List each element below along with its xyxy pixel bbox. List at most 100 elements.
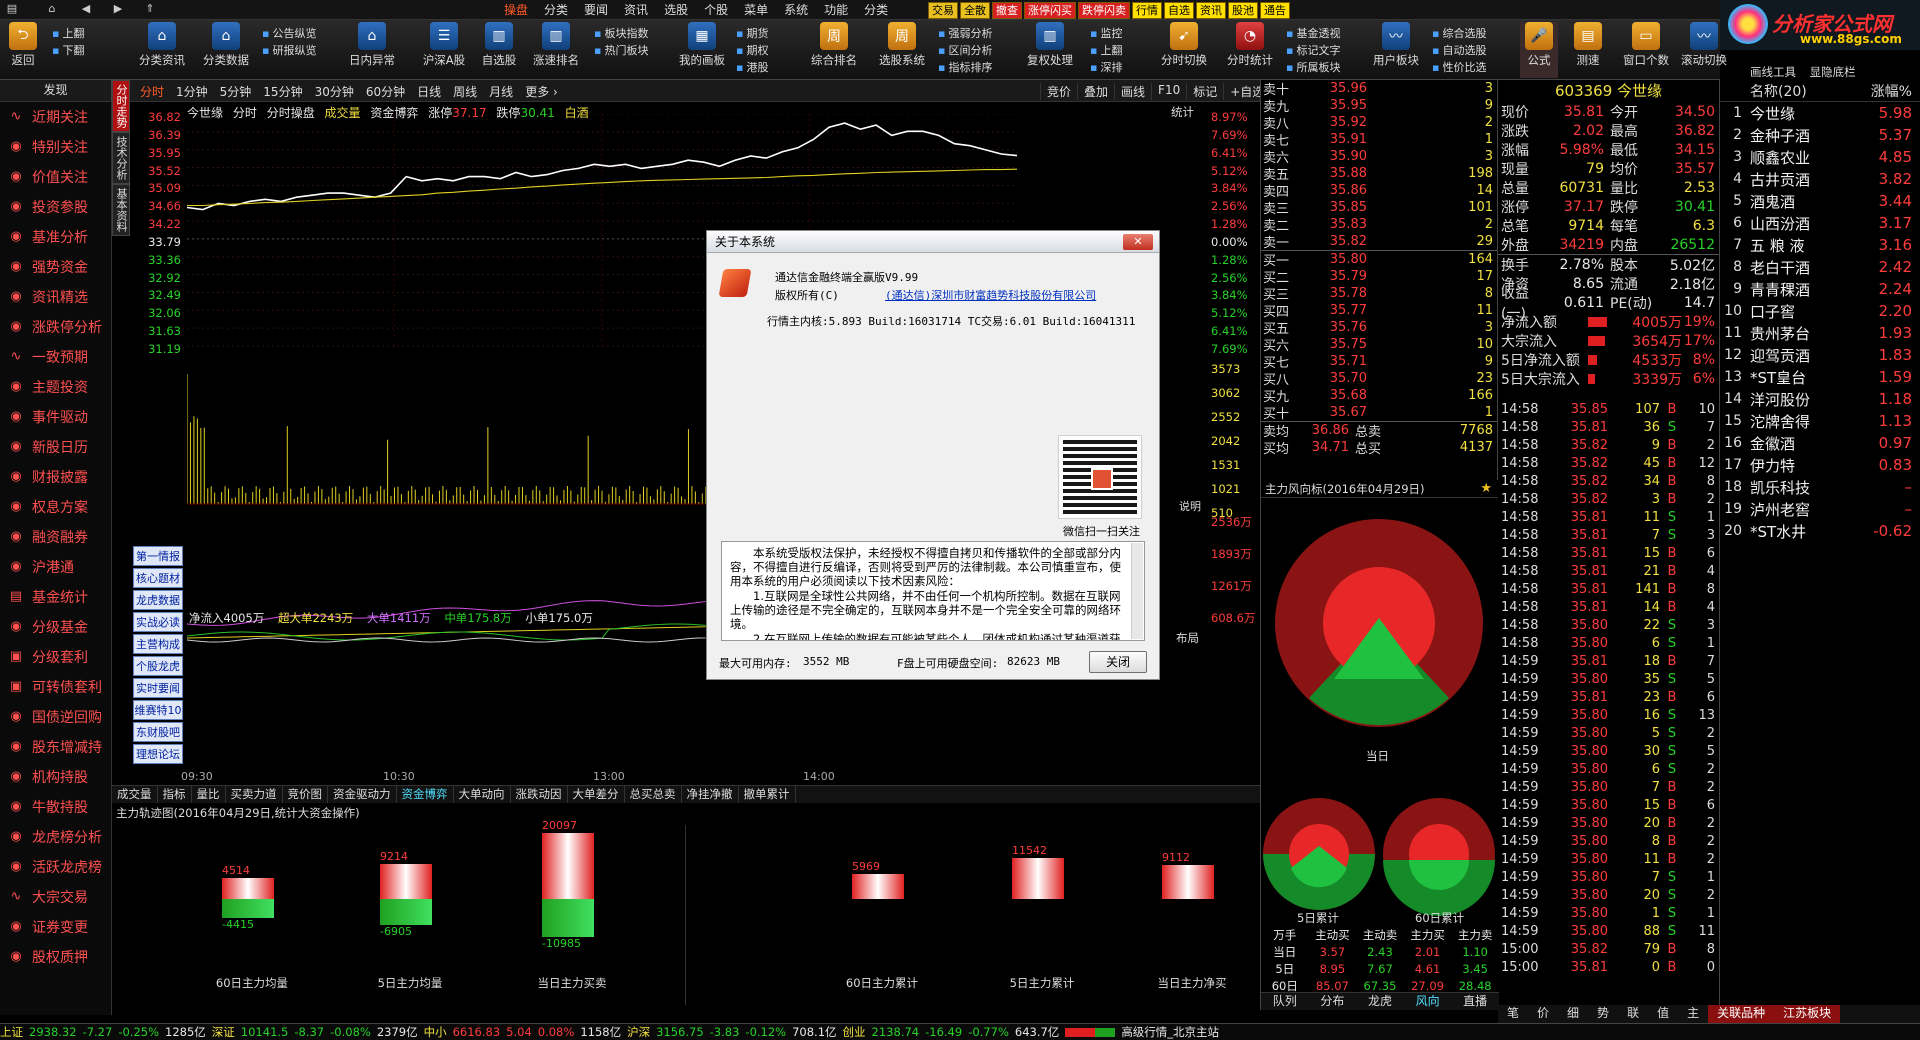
bid-row[interactable]: 买六 35.75 10 <box>1261 336 1497 354</box>
indicator-tab[interactable]: 净挂净撤 <box>682 786 739 803</box>
ask-row[interactable]: 卖十 35.96 3 <box>1261 80 1497 98</box>
sidebar-item[interactable]: ◉ 融资融券 <box>0 522 111 552</box>
quick-button[interactable]: 通告 <box>1260 2 1290 19</box>
ask-row[interactable]: 卖六 35.90 3 <box>1261 148 1497 166</box>
speed-test-button[interactable]: ▤ 测速 <box>1566 22 1610 78</box>
category-data-button[interactable]: ⌂ 分类数据 <box>198 22 254 78</box>
category-news-button[interactable]: ⌂ 分类资讯 <box>134 22 190 78</box>
sidebar-item[interactable]: ◉ 涨跌停分析 <box>0 312 111 342</box>
notice-overview-button[interactable]: 公告纵览 <box>262 25 316 42</box>
sidebar-item[interactable]: ▣ 分级套利 <box>0 642 111 672</box>
info-button[interactable]: 核心题材 <box>133 568 183 588</box>
my-board-button[interactable]: ▦ 我的画板 <box>674 22 730 78</box>
sector-index-button[interactable]: 板块指数 <box>594 25 648 42</box>
period-tab[interactable]: 60分钟 <box>360 83 411 100</box>
ask-row[interactable]: 卖二 35.83 2 <box>1261 216 1497 234</box>
composite-pick-button[interactable]: 综合选股 <box>1432 25 1486 42</box>
period-tab[interactable]: 30分钟 <box>309 83 360 100</box>
close-button[interactable]: 关闭 <box>1089 651 1147 673</box>
ask-row[interactable]: 卖四 35.86 14 <box>1261 182 1497 200</box>
rank-item[interactable]: 5 酒鬼酒 3.44 <box>1720 190 1920 212</box>
detail-tab[interactable]: 联 <box>1618 1005 1648 1023</box>
legal-scrollbar[interactable] <box>1131 543 1143 639</box>
info-button[interactable]: 理想论坛 <box>133 744 183 764</box>
value-pick-button[interactable]: 性价比选 <box>1432 59 1486 76</box>
rank-header-pct[interactable]: 涨幅% <box>1860 81 1920 101</box>
sidebar-item[interactable]: ◉ 资讯精选 <box>0 282 111 312</box>
quick-button[interactable]: 股池 <box>1228 2 1258 19</box>
chart-tool[interactable]: F10 <box>1151 83 1186 100</box>
menu-item[interactable]: 分类 <box>856 2 896 18</box>
back-button[interactable]: ⮌ 返回 <box>6 22 40 78</box>
indicator-tab[interactable]: 龙虎 <box>1356 993 1404 1010</box>
period-tab[interactable]: 1分钟 <box>170 83 214 100</box>
bid-row[interactable]: 买二 35.79 17 <box>1261 268 1497 286</box>
explain-link[interactable]: 说明 <box>1179 498 1201 514</box>
sidebar-item[interactable]: ◉ 基准分析 <box>0 222 111 252</box>
quick-button[interactable]: 自选 <box>1164 2 1194 19</box>
intraday-stats-button[interactable]: ◔ 分时统计 <box>1222 22 1278 78</box>
futures-button[interactable]: 期货 <box>736 25 768 42</box>
rank-item[interactable]: 4 古井贡酒 3.82 <box>1720 168 1920 190</box>
forward-arrow-icon[interactable]: ▶ <box>110 2 126 17</box>
quick-button[interactable]: 涨停闪买 <box>1024 2 1076 19</box>
sidebar-item[interactable]: ∿ 大宗交易 <box>0 882 111 912</box>
draw-tools-button[interactable]: 画线工具 <box>1750 65 1796 79</box>
bid-row[interactable]: 买十 35.67 1 <box>1261 404 1497 422</box>
detail-tab[interactable]: 价 <box>1528 1005 1558 1023</box>
flip-up-button[interactable]: 上翻 <box>1090 42 1122 59</box>
ask-row[interactable]: 卖三 35.85 101 <box>1261 199 1497 217</box>
ask-row[interactable]: 卖五 35.88 198 <box>1261 165 1497 183</box>
monitor-button[interactable]: 监控 <box>1090 25 1122 42</box>
indicator-tab[interactable]: 资金驱动力 <box>328 786 397 803</box>
rank-item[interactable]: 20 *ST水井 -0.62 <box>1720 520 1920 542</box>
sidebar-item[interactable]: ◉ 沪港通 <box>0 552 111 582</box>
report-overview-button[interactable]: 研报纵览 <box>262 42 316 59</box>
strength-analysis-button[interactable]: 强弱分析 <box>938 25 992 42</box>
indicator-tab[interactable]: 资金博弈 <box>397 786 454 803</box>
rank-item[interactable]: 13 *ST皇台 1.59 <box>1720 366 1920 388</box>
server-name[interactable]: 高级行情_北京主站 <box>1121 1024 1219 1040</box>
indicator-tab[interactable]: 成交量 <box>112 786 158 803</box>
sidebar-item[interactable]: ◉ 投资参股 <box>0 192 111 222</box>
menu-item[interactable]: 系统 <box>776 2 816 18</box>
quick-button[interactable]: 撤查 <box>992 2 1022 19</box>
ask-row[interactable]: 卖九 35.95 9 <box>1261 97 1497 115</box>
auto-pick-button[interactable]: 自动选股 <box>1432 42 1486 59</box>
indicator-tab[interactable]: 总买总卖 <box>625 786 682 803</box>
info-button[interactable]: 东财股吧 <box>133 722 183 742</box>
rank-item[interactable]: 8 老白干酒 2.42 <box>1720 256 1920 278</box>
quick-button[interactable]: 资讯 <box>1196 2 1226 19</box>
discover-tab[interactable]: 发现 <box>0 80 112 101</box>
star-icon[interactable]: ★ <box>1480 481 1492 496</box>
belong-sector-button[interactable]: 所属板块 <box>1286 59 1340 76</box>
stock-picker-button[interactable]: 周选股系统 <box>874 22 930 78</box>
period-tab[interactable]: 分时 <box>134 83 170 100</box>
rank-item[interactable]: 3 顺鑫农业 4.85 <box>1720 146 1920 168</box>
rank-item[interactable]: 1 今世缘 5.98 <box>1720 102 1920 124</box>
chart-tool[interactable]: 叠加 <box>1077 83 1114 100</box>
detail-tab[interactable]: 细 <box>1558 1005 1588 1023</box>
sidebar-item[interactable]: ◉ 龙虎榜分析 <box>0 822 111 852</box>
rank-item[interactable]: 15 沱牌舍得 1.13 <box>1720 410 1920 432</box>
menu-item[interactable]: 要闻 <box>576 2 616 18</box>
detail-tab[interactable]: 笔 <box>1498 1005 1528 1023</box>
sidebar-item[interactable]: ◉ 机构持股 <box>0 762 111 792</box>
page-down-button[interactable]: 下翻 <box>52 42 84 59</box>
info-button[interactable]: 主营构成 <box>133 634 183 654</box>
tab-intraday[interactable]: 分时走势 <box>112 80 130 132</box>
rank-item[interactable]: 9 青青稞酒 2.24 <box>1720 278 1920 300</box>
menu-item[interactable]: 功能 <box>816 2 856 18</box>
speed-rank-button[interactable]: ▥ 涨速排名 <box>528 22 584 78</box>
user-sector-button[interactable]: 〰用户板块 <box>1368 22 1424 78</box>
info-button[interactable]: 龙虎数据 <box>133 590 183 610</box>
detail-tab[interactable]: 值 <box>1648 1005 1678 1023</box>
indicator-tab[interactable]: 买卖力道 <box>226 786 283 803</box>
hk-stocks-button[interactable]: 港股 <box>736 59 768 76</box>
period-tab[interactable]: 周线 <box>447 83 483 100</box>
fund-perspective-button[interactable]: 基金透视 <box>1286 25 1340 42</box>
sidebar-item[interactable]: ▤ 基金统计 <box>0 582 111 612</box>
indicator-tab[interactable]: 竞价图 <box>283 786 328 803</box>
quick-button[interactable]: 跌停闪卖 <box>1078 2 1130 19</box>
menu-item[interactable]: 操盘 <box>496 2 536 18</box>
